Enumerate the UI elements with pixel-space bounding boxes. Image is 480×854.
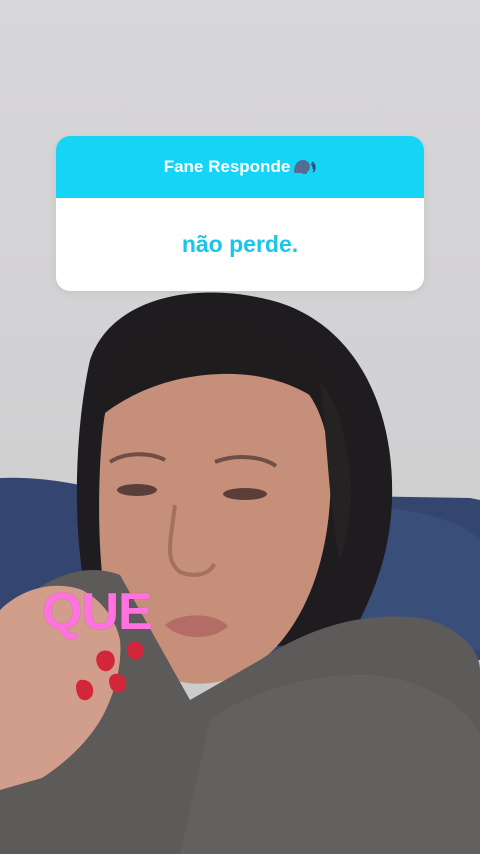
question-sticker: Fane Responde não perde. (56, 136, 424, 291)
person-video-frame (0, 292, 480, 854)
speaking-head-icon (292, 158, 316, 176)
video-caption: QUE (42, 583, 153, 641)
question-header-title: Fane Responde (163, 157, 291, 176)
question-body: não perde. (56, 198, 424, 291)
question-header: Fane Responde (56, 136, 424, 198)
video-background (0, 0, 480, 854)
question-answer-text: não perde. (181, 231, 299, 257)
